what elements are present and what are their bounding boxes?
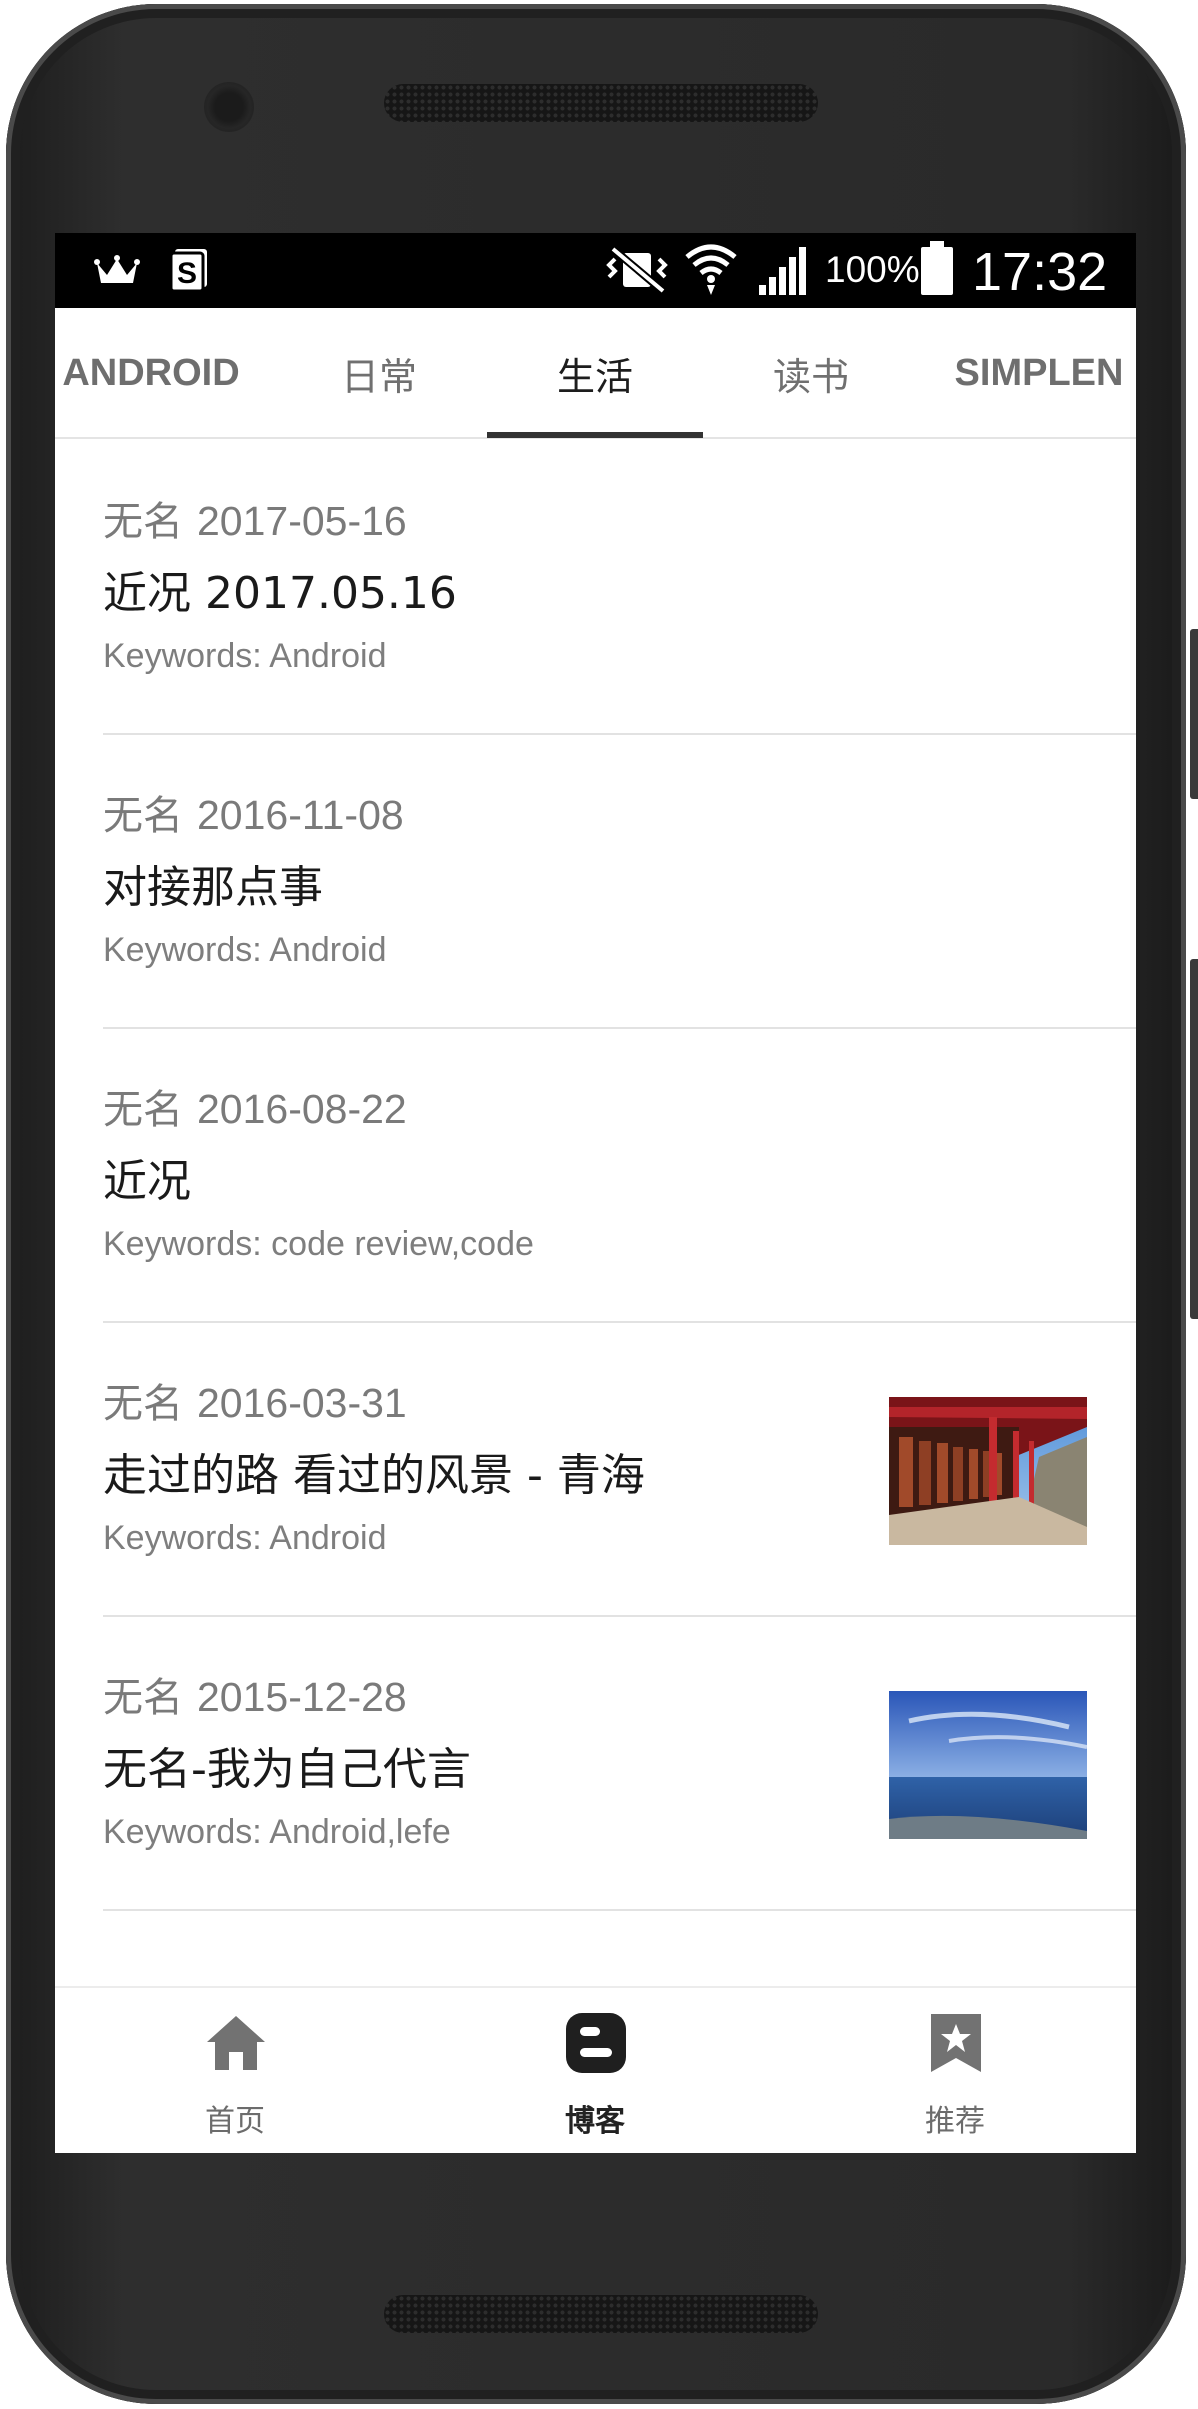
status-bar: S 100% 17:32 (55, 233, 1136, 308)
red-corridor-photo (889, 1397, 1087, 1545)
bottom-navigation: 首页 博客 推荐 (55, 1986, 1136, 2153)
list-item[interactable]: 无名 2016-08-22 近况 Keywords: code review,co… (55, 1029, 1136, 1323)
post-date: 2016-03-31 (197, 1380, 407, 1426)
crown-icon (93, 253, 141, 293)
post-list: 无名 2017-05-16 近况 2017.05.16 Keywords: And… (55, 441, 1136, 1911)
post-keywords: Keywords: Android (103, 931, 387, 969)
post-title: 无名-我为自己代言 (103, 1744, 471, 1795)
bookmark-star-icon (925, 2012, 987, 2074)
post-title: 近况 (103, 1156, 191, 1207)
signal-icon (755, 245, 811, 301)
tab-simplenote[interactable]: SIMPLEN (931, 308, 1136, 439)
post-date: 2017-05-16 (197, 498, 407, 544)
volume-button (1190, 629, 1198, 799)
front-camera (204, 82, 254, 132)
post-title: 近况 2017.05.16 (103, 568, 457, 619)
post-author: 无名 (103, 1675, 183, 1721)
post-meta: 无名 2015-12-28 (103, 1665, 407, 1723)
post-meta: 无名 2017-05-16 (103, 489, 407, 547)
post-author: 无名 (103, 499, 183, 545)
tab-reading[interactable]: 读书 (703, 308, 919, 439)
post-thumbnail (889, 1691, 1087, 1839)
post-keywords: Keywords: Android,lefe (103, 1813, 451, 1851)
post-keywords: Keywords: Android (103, 1519, 387, 1557)
svg-text:S: S (177, 257, 197, 290)
post-title: 对接那点事 (103, 862, 323, 913)
vibrate-mute-icon (601, 245, 673, 299)
nav-home-label: 首页 (205, 2104, 265, 2139)
tab-android[interactable]: ANDROID (55, 308, 259, 439)
post-author: 无名 (103, 1087, 183, 1133)
post-date: 2016-08-22 (197, 1086, 407, 1132)
nav-blog-label: 博客 (565, 2104, 625, 2139)
blue-sea-photo (889, 1691, 1087, 1839)
blogger-icon (565, 2012, 627, 2074)
post-thumbnail (889, 1397, 1087, 1545)
post-keywords: Keywords: Android (103, 637, 387, 675)
battery-percent: 100% (825, 249, 920, 290)
list-item[interactable]: 无名 2015-12-28 无名-我为自己代言 Keywords: Android… (55, 1617, 1136, 1911)
post-title: 走过的路 看过的风景 - 青海 (103, 1450, 645, 1501)
power-button (1190, 959, 1198, 1319)
earpiece-speaker (384, 84, 818, 122)
post-author: 无名 (103, 1381, 183, 1427)
post-date: 2015-12-28 (197, 1674, 407, 1720)
list-item[interactable]: 无名 2016-11-08 对接那点事 Keywords: Android (55, 735, 1136, 1029)
tab-daily[interactable]: 日常 (271, 308, 487, 439)
nav-recommend-label: 推荐 (925, 2104, 985, 2139)
app-screen: S 100% 17:32 ANDROID 日常 生活 读书 SIMPLEN 无名… (55, 233, 1136, 2153)
clock: 17:32 (972, 242, 1108, 302)
bottom-speaker (384, 2295, 818, 2333)
tab-life[interactable]: 生活 (487, 308, 703, 439)
post-meta: 无名 2016-08-22 (103, 1077, 407, 1135)
post-meta: 无名 2016-11-08 (103, 783, 404, 841)
nav-home[interactable]: 首页 (55, 1988, 415, 2153)
post-keywords: Keywords: code review,code (103, 1225, 534, 1263)
post-author: 无名 (103, 793, 183, 839)
tab-indicator (487, 432, 703, 438)
nav-blog[interactable]: 博客 (415, 1988, 775, 2153)
nav-recommend[interactable]: 推荐 (775, 1988, 1135, 2153)
s-badge-icon: S (169, 247, 211, 297)
category-tab-bar: ANDROID 日常 生活 读书 SIMPLEN (55, 308, 1136, 439)
list-item[interactable]: 无名 2017-05-16 近况 2017.05.16 Keywords: And… (55, 441, 1136, 735)
home-icon (205, 2012, 267, 2074)
battery-icon (919, 241, 955, 301)
wifi-icon (683, 237, 739, 303)
list-item[interactable]: 无名 2016-03-31 走过的路 看过的风景 - 青海 Keywords: A… (55, 1323, 1136, 1617)
post-date: 2016-11-08 (197, 792, 404, 838)
post-meta: 无名 2016-03-31 (103, 1371, 407, 1429)
